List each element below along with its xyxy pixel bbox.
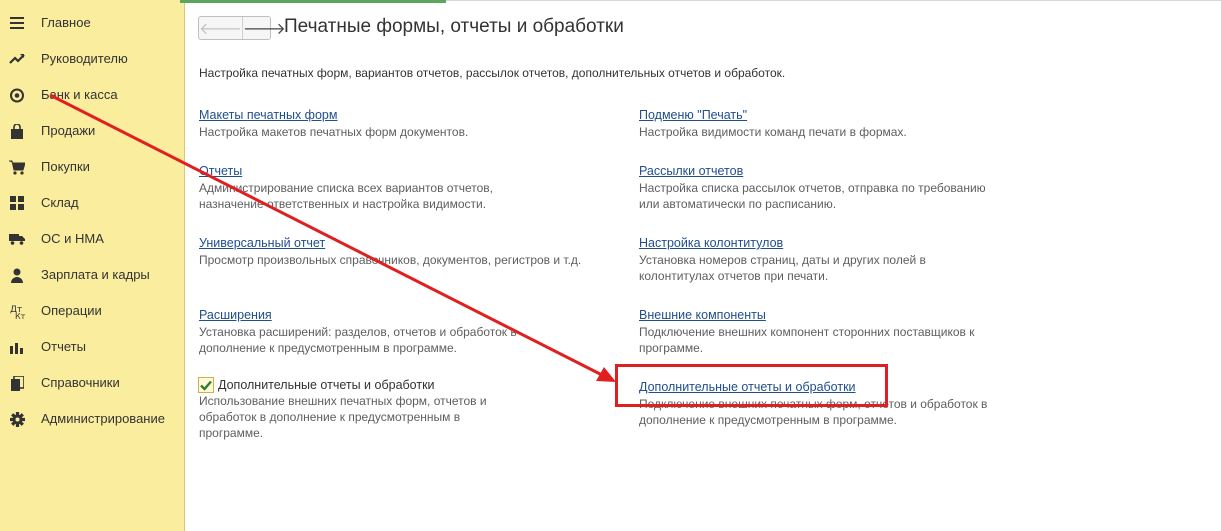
external-components-link[interactable]: Внешние компоненты	[639, 307, 766, 323]
sidebar-item-manager[interactable]: Руководителю	[0, 41, 185, 77]
sidebar-item-label: Продажи	[41, 123, 96, 138]
sidebar-item-main[interactable]: Главное	[0, 5, 185, 41]
external-components-description: Подключение внешних компонент сторонних …	[639, 325, 975, 355]
report-mailings-description: Настройка списка рассылок отчетов, отпра…	[639, 181, 986, 211]
arrow-left-icon: 🡐	[199, 20, 242, 38]
sidebar-item-label: Банк и касса	[41, 87, 118, 102]
bar-chart-icon	[9, 339, 25, 355]
print-submenu-link[interactable]: Подменю "Печать"	[639, 107, 747, 123]
extensions-description: Установка расширений: разделов, отчетов …	[199, 325, 517, 355]
sidebar-item-label: Руководителю	[41, 51, 128, 66]
universal-report-section: Универсальный отчет Просмотр произвольны…	[199, 234, 629, 268]
annotation-highlight-box	[615, 364, 888, 407]
active-tab-indicator	[180, 0, 446, 3]
checkmark-icon	[200, 380, 212, 391]
additional-reports-checkbox-label: Дополнительные отчеты и обработки	[218, 378, 435, 392]
sidebar-item-administration[interactable]: Администрирование	[0, 401, 185, 437]
print-layouts-section: Макеты печатных форм Настройка макетов п…	[199, 106, 599, 140]
reports-section: Отчеты Администрирование списка всех вар…	[199, 162, 599, 212]
additional-reports-checkbox-section: Дополнительные отчеты и обработки Исполь…	[197, 377, 599, 441]
extensions-link[interactable]: Расширения	[199, 307, 272, 323]
truck-icon	[9, 231, 25, 247]
books-icon	[9, 375, 25, 391]
menu-icon	[9, 15, 25, 31]
reports-description: Администрирование списка всех вариантов …	[199, 181, 493, 211]
sidebar-item-label: Склад	[41, 195, 79, 210]
headers-footers-description: Установка номеров страниц, даты и других…	[639, 253, 926, 283]
history-navigation: 🡐 🡒	[198, 16, 286, 40]
sidebar-item-label: Главное	[41, 15, 91, 30]
sidebar-item-sales[interactable]: Продажи	[0, 113, 185, 149]
sidebar-item-label: Администрирование	[41, 411, 165, 426]
gear-icon	[9, 411, 25, 427]
tab-strip-border	[446, 0, 1221, 1]
page-intro-text: Настройка печатных форм, вариантов отчет…	[199, 66, 786, 80]
sidebar-item-label: Операции	[41, 303, 102, 318]
operations-icon: Дт Кт	[9, 303, 25, 319]
report-mailings-section: Рассылки отчетов Настройка списка рассыл…	[639, 162, 1039, 212]
person-icon	[9, 267, 25, 283]
report-mailings-link[interactable]: Рассылки отчетов	[639, 163, 743, 179]
sidebar-item-operations[interactable]: Дт Кт Операции	[0, 293, 185, 329]
trend-icon	[9, 51, 25, 67]
sidebar-item-label: ОС и НМА	[41, 231, 104, 246]
sidebar-item-salary[interactable]: Зарплата и кадры	[0, 257, 185, 293]
additional-reports-checkbox[interactable]	[198, 377, 214, 393]
sidebar-item-fixed-assets[interactable]: ОС и НМА	[0, 221, 185, 257]
universal-report-description: Просмотр произвольных справочников, доку…	[199, 253, 582, 267]
print-layouts-description: Настройка макетов печатных форм документ…	[199, 125, 469, 139]
svg-text:Кт: Кт	[15, 312, 25, 319]
shopping-bag-icon	[9, 123, 25, 139]
headers-footers-link[interactable]: Настройка колонтитулов	[639, 235, 783, 251]
cart-icon	[9, 159, 25, 175]
coins-icon	[9, 87, 25, 103]
sidebar-item-reports[interactable]: Отчеты	[0, 329, 185, 365]
sidebar: Главное Руководителю Банк и касса Продаж…	[0, 0, 185, 531]
print-layouts-link[interactable]: Макеты печатных форм	[199, 107, 337, 123]
additional-reports-checkbox-description: Использование внешних печатных форм, отч…	[199, 394, 487, 440]
sidebar-item-bank[interactable]: Банк и касса	[0, 77, 185, 113]
sidebar-item-label: Отчеты	[41, 339, 86, 354]
sidebar-item-warehouse[interactable]: Склад	[0, 185, 185, 221]
extensions-section: Расширения Установка расширений: раздело…	[199, 306, 599, 356]
back-button[interactable]: 🡐	[199, 17, 243, 39]
print-submenu-description: Настройка видимости команд печати в форм…	[639, 125, 907, 139]
sidebar-item-label: Справочники	[41, 375, 120, 390]
forward-button[interactable]: 🡒	[243, 17, 286, 39]
sidebar-item-label: Покупки	[41, 159, 90, 174]
print-submenu-section: Подменю "Печать" Настройка видимости ком…	[639, 106, 1039, 140]
arrow-right-icon: 🡒	[242, 20, 286, 38]
sidebar-item-purchases[interactable]: Покупки	[0, 149, 185, 185]
page-title: Печатные формы, отчеты и обработки	[284, 16, 624, 37]
external-components-section: Внешние компоненты Подключение внешних к…	[639, 306, 1039, 356]
sidebar-item-directories[interactable]: Справочники	[0, 365, 185, 401]
additional-reports-checkbox-row[interactable]: Дополнительные отчеты и обработки	[197, 377, 599, 393]
warehouse-grid-icon	[9, 195, 25, 211]
headers-footers-section: Настройка колонтитулов Установка номеров…	[639, 234, 1039, 284]
reports-link[interactable]: Отчеты	[199, 163, 242, 179]
universal-report-link[interactable]: Универсальный отчет	[199, 235, 325, 251]
sidebar-item-label: Зарплата и кадры	[41, 267, 150, 282]
